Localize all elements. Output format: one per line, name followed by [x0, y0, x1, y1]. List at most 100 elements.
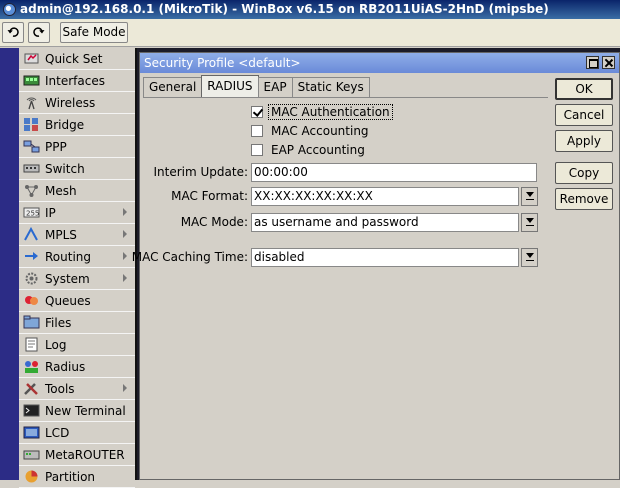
window-title: admin@192.168.0.1 (MikroTik) - WinBox v6…	[20, 2, 549, 16]
sidebar-item-label: Tools	[45, 381, 75, 396]
ok-button[interactable]: OK	[555, 78, 613, 100]
sidebar-item-partition[interactable]: Partition	[19, 466, 135, 488]
safe-mode-button[interactable]: Safe Mode	[60, 22, 128, 43]
interim-update-input[interactable]: 00:00:00	[251, 163, 537, 182]
sidebar-item-system[interactable]: System	[19, 268, 135, 290]
sidebar-item-log[interactable]: Log	[19, 334, 135, 356]
mac-mode-select[interactable]: as username and password	[251, 213, 519, 232]
lcd-icon	[23, 426, 40, 439]
sidebar-item-label: Bridge	[45, 117, 85, 132]
switch-icon	[23, 164, 40, 173]
sidebar-item-metarouter[interactable]: MetaROUTER	[19, 444, 135, 466]
sidebar-item-lcd[interactable]: LCD	[19, 422, 135, 444]
sidebar-item-label: Wireless	[45, 95, 96, 110]
mac-authentication-label: MAC Authentication	[268, 104, 393, 120]
sidebar-item-tools[interactable]: Tools	[19, 378, 135, 400]
winbox-vertical-strip	[0, 48, 19, 480]
mac-authentication-row[interactable]: MAC Authentication	[251, 104, 393, 120]
ip-icon: 255	[23, 207, 40, 218]
sidebar-item-quick-set[interactable]: Quick Set	[19, 48, 135, 70]
eap-accounting-label: EAP Accounting	[271, 143, 365, 157]
sidebar-item-label: LCD	[45, 425, 70, 440]
sidebar-item-switch[interactable]: Switch	[19, 158, 135, 180]
sidebar-item-label: IP	[45, 205, 56, 220]
mac-mode-label: MAC Mode:	[180, 215, 248, 229]
sidebar-item-label: MPLS	[45, 227, 77, 242]
security-profile-dialog: Security Profile <default> General RADIU…	[132, 52, 620, 480]
eap-accounting-checkbox[interactable]	[251, 144, 263, 156]
undo-button[interactable]	[2, 22, 24, 43]
sidebar-item-label: Mesh	[45, 183, 77, 198]
sidebar-item-label: Partition	[45, 469, 96, 484]
apply-button[interactable]: Apply	[555, 130, 613, 152]
tab-static-keys[interactable]: Static Keys	[291, 77, 370, 97]
svg-text:255: 255	[26, 210, 39, 218]
sidebar-item-new-terminal[interactable]: New Terminal	[19, 400, 135, 422]
mpls-icon	[24, 227, 38, 241]
tab-radius[interactable]: RADIUS	[201, 75, 259, 97]
routing-icon	[25, 252, 38, 260]
sidebar-item-bridge[interactable]: Bridge	[19, 114, 135, 136]
winbox-app-icon	[3, 3, 16, 16]
mac-format-dropdown-icon[interactable]	[521, 187, 538, 206]
remove-button[interactable]: Remove	[555, 188, 613, 210]
copy-button[interactable]: Copy	[555, 162, 613, 184]
sidebar-item-radius[interactable]: Radius	[19, 356, 135, 378]
tools-icon	[24, 383, 38, 395]
maximize-icon[interactable]	[586, 56, 599, 69]
window-titlebar: admin@192.168.0.1 (MikroTik) - WinBox v6…	[0, 0, 620, 19]
queues-icon	[25, 296, 38, 305]
radius-tab-panel: MAC Authentication MAC Accounting EAP Ac…	[132, 97, 548, 477]
mac-caching-time-label: MAC Caching Time:	[131, 250, 248, 264]
sidebar-item-wireless[interactable]: Wireless	[19, 92, 135, 114]
cancel-button[interactable]: Cancel	[555, 104, 613, 126]
undo-icon	[7, 27, 19, 37]
close-icon[interactable]	[602, 56, 615, 69]
submenu-arrow-icon	[123, 208, 127, 216]
toolbar: Safe Mode	[0, 19, 620, 47]
mac-caching-time-row: MAC Caching Time: disabled	[132, 248, 548, 267]
mac-mode-dropdown-icon[interactable]	[521, 213, 538, 232]
sidebar-item-label: Files	[45, 315, 72, 330]
terminal-icon	[23, 404, 40, 417]
sidebar-item-ppp[interactable]: PPP	[19, 136, 135, 158]
tab-eap[interactable]: EAP	[257, 77, 293, 97]
sidebar-item-label: Queues	[45, 293, 91, 308]
mac-accounting-row[interactable]: MAC Accounting	[251, 123, 371, 139]
sidebar-item-mpls[interactable]: MPLS	[19, 224, 135, 246]
sidebar-item-mesh[interactable]: Mesh	[19, 180, 135, 202]
sidebar-item-routing[interactable]: Routing	[19, 246, 135, 268]
sidebar-item-interfaces[interactable]: Interfaces	[19, 70, 135, 92]
sidebar-item-label: Quick Set	[45, 51, 103, 66]
sidebar-item-label: PPP	[45, 139, 67, 154]
partition-icon	[25, 470, 38, 483]
sidebar-item-files[interactable]: Files	[19, 312, 135, 334]
submenu-arrow-icon	[123, 230, 127, 238]
radius-icon	[25, 361, 38, 373]
submenu-arrow-icon	[123, 252, 127, 260]
mac-format-row: MAC Format: XX:XX:XX:XX:XX:XX	[143, 187, 548, 206]
sidebar-item-label: New Terminal	[45, 403, 126, 418]
redo-icon	[33, 27, 45, 37]
eap-accounting-row[interactable]: EAP Accounting	[251, 142, 367, 158]
dialog-title: Security Profile <default>	[144, 56, 301, 70]
wireless-icon	[26, 97, 37, 110]
sidebar-menu: Quick Set Interfaces Wireless Bridge PPP…	[19, 48, 137, 488]
metarouter-icon	[23, 450, 40, 460]
mac-accounting-label: MAC Accounting	[271, 124, 369, 138]
interim-update-label: Interim Update:	[153, 165, 248, 179]
sidebar-item-label: Switch	[45, 161, 85, 176]
redo-button[interactable]	[28, 22, 50, 43]
sidebar-item-ip[interactable]: 255 IP	[19, 202, 135, 224]
mac-accounting-checkbox[interactable]	[251, 125, 263, 137]
mesh-icon	[25, 185, 38, 197]
tab-general[interactable]: General	[143, 77, 203, 97]
mac-caching-time-select[interactable]: disabled	[251, 248, 519, 267]
mac-caching-time-dropdown-icon[interactable]	[521, 248, 538, 267]
mac-format-input[interactable]: XX:XX:XX:XX:XX:XX	[251, 187, 519, 206]
mac-authentication-checkbox[interactable]	[251, 106, 263, 118]
mac-mode-row: MAC Mode: as username and password	[143, 213, 548, 232]
bridge-icon	[24, 118, 38, 131]
sidebar-item-label: Log	[45, 337, 67, 352]
sidebar-item-queues[interactable]: Queues	[19, 290, 135, 312]
